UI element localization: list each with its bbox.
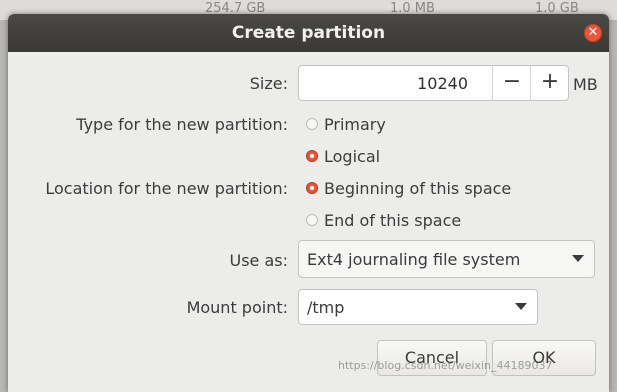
use-as-label: Use as: bbox=[229, 251, 288, 270]
increment-button[interactable]: + bbox=[530, 66, 569, 100]
partition-location-label: Location for the new partition: bbox=[45, 179, 288, 198]
mount-point-value[interactable]: /tmp bbox=[307, 298, 344, 317]
dropdown-arrow-icon[interactable] bbox=[572, 255, 584, 262]
radio-logical-label: Logical bbox=[324, 147, 381, 166]
partition-type-label: Type for the new partition: bbox=[76, 115, 288, 134]
mount-point-combobox[interactable]: /tmp bbox=[298, 289, 538, 325]
size-spinbutton[interactable]: 10240 − + bbox=[298, 65, 569, 101]
dialog-titlebar: Create partition ✕ bbox=[8, 14, 609, 52]
mount-point-label: Mount point: bbox=[186, 298, 288, 317]
radio-primary-label: Primary bbox=[324, 115, 386, 134]
radio-end-indicator[interactable] bbox=[306, 214, 318, 226]
close-icon[interactable]: ✕ bbox=[584, 24, 602, 42]
use-as-value: Ext4 journaling file system bbox=[307, 250, 521, 269]
size-value[interactable]: 10240 bbox=[417, 74, 468, 93]
decrement-button[interactable]: − bbox=[492, 66, 531, 100]
create-partition-dialog: Create partition ✕ Size: 10240 − + MB Ty… bbox=[8, 14, 609, 392]
radio-end-label: End of this space bbox=[324, 211, 462, 230]
radio-primary-indicator[interactable] bbox=[306, 118, 318, 130]
size-unit-label: MB bbox=[573, 75, 598, 94]
radio-beginning-label: Beginning of this space bbox=[324, 179, 512, 198]
radio-beginning-indicator[interactable] bbox=[306, 182, 318, 194]
watermark-text: https://blog.csdn.net/weixin_44189037 bbox=[338, 359, 553, 372]
use-as-combobox[interactable]: Ext4 journaling file system bbox=[298, 240, 595, 278]
dropdown-arrow-icon[interactable] bbox=[515, 303, 527, 310]
dialog-title: Create partition bbox=[231, 23, 386, 43]
radio-logical-indicator[interactable] bbox=[306, 150, 318, 162]
size-label: Size: bbox=[249, 74, 288, 93]
